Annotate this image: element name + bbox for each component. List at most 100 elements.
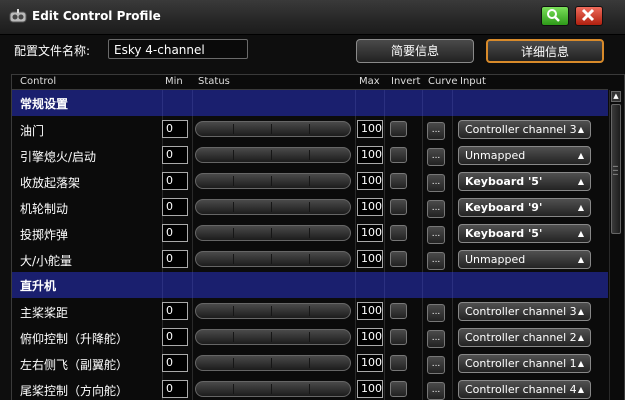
input-mapping-dropdown[interactable]: Unmapped ▲	[458, 146, 591, 165]
input-mapping-dropdown[interactable]: Keyboard '5' ▲	[458, 172, 591, 191]
input-mapping-dropdown[interactable]: Unmapped ▲	[458, 250, 591, 269]
min-input[interactable]: 0	[162, 224, 188, 242]
vertical-scrollbar[interactable]: ▲ ─ ─ ─	[609, 90, 622, 400]
title-bar[interactable]: Edit Control Profile	[0, 0, 625, 35]
input-mapping-dropdown[interactable]: Keyboard '9' ▲	[458, 198, 591, 217]
invert-checkbox[interactable]	[390, 225, 407, 241]
max-input[interactable]: 100	[357, 172, 383, 190]
invert-checkbox[interactable]	[390, 199, 407, 215]
status-tick	[271, 150, 272, 160]
profile-name-input[interactable]: Esky 4-channel	[108, 39, 248, 59]
curve-button[interactable]: ...	[427, 148, 445, 166]
invert-checkbox[interactable]	[390, 329, 407, 345]
status-tick	[309, 150, 310, 160]
column-divider	[192, 194, 193, 220]
column-divider	[384, 116, 385, 142]
curve-button[interactable]: ...	[427, 174, 445, 192]
column-divider	[384, 272, 385, 298]
control-label: 左右侧飞（副翼舵）	[20, 358, 129, 372]
max-input[interactable]: 100	[357, 250, 383, 268]
min-input[interactable]: 0	[162, 302, 188, 320]
dropdown-arrow-icon: ▲	[577, 385, 584, 394]
column-divider	[162, 90, 163, 116]
dropdown-arrow-icon: ▲	[577, 125, 584, 134]
column-divider	[422, 350, 423, 376]
column-divider	[162, 272, 163, 298]
status-tick	[271, 124, 272, 134]
magnifier-icon	[547, 9, 560, 22]
column-divider	[422, 246, 423, 272]
min-input[interactable]: 0	[162, 328, 188, 346]
column-divider	[355, 324, 356, 350]
status-tick	[233, 124, 234, 134]
curve-button[interactable]: ...	[427, 252, 445, 270]
invert-checkbox[interactable]	[390, 355, 407, 371]
column-divider	[355, 90, 356, 116]
scroll-up-arrow-icon[interactable]: ▲	[611, 91, 621, 102]
control-row: 收放起落架 0 100... Keyboard '5' ▲	[12, 168, 608, 194]
min-input[interactable]: 0	[162, 250, 188, 268]
invert-checkbox[interactable]	[390, 381, 407, 397]
max-input[interactable]: 100	[357, 120, 383, 138]
invert-checkbox[interactable]	[390, 251, 407, 267]
min-input[interactable]: 0	[162, 120, 188, 138]
search-button[interactable]	[541, 6, 569, 26]
input-mapping-dropdown[interactable]: Controller channel 4 ▲	[458, 380, 591, 399]
input-mapping-dropdown[interactable]: Controller channel 1 ▲	[458, 354, 591, 373]
status-bar	[195, 199, 351, 215]
max-input[interactable]: 100	[357, 302, 383, 320]
column-divider	[452, 246, 453, 272]
min-input[interactable]: 0	[162, 354, 188, 372]
tab-detailed-info[interactable]: 详细信息	[486, 39, 604, 63]
column-header-input: Input	[460, 76, 486, 87]
min-input[interactable]: 0	[162, 380, 188, 398]
input-mapping-dropdown[interactable]: Controller channel 3 ▲	[458, 302, 591, 321]
max-input[interactable]: 100	[357, 328, 383, 346]
curve-button[interactable]: ...	[427, 122, 445, 140]
column-divider	[192, 298, 193, 324]
invert-checkbox[interactable]	[390, 173, 407, 189]
column-divider	[384, 350, 385, 376]
min-input[interactable]: 0	[162, 146, 188, 164]
grip-icon: ─ ─ ─	[613, 162, 618, 179]
curve-button[interactable]: ...	[427, 304, 445, 322]
max-input[interactable]: 100	[357, 224, 383, 242]
control-row: 俯仰控制（升降舵） 0 100... Controller channel 2 ▲	[12, 324, 608, 350]
max-input[interactable]: 100	[357, 354, 383, 372]
close-button[interactable]	[575, 6, 603, 26]
min-input[interactable]: 0	[162, 198, 188, 216]
min-input[interactable]: 0	[162, 172, 188, 190]
dropdown-arrow-icon: ▲	[577, 359, 584, 368]
max-input[interactable]: 100	[357, 380, 383, 398]
input-mapping-value: Controller channel 3	[465, 123, 577, 136]
input-mapping-value: Controller channel 2	[465, 331, 577, 344]
column-divider	[192, 272, 193, 298]
status-tick	[271, 254, 272, 264]
scrollbar-thumb[interactable]: ─ ─ ─	[611, 104, 621, 234]
curve-button[interactable]: ...	[427, 330, 445, 348]
invert-checkbox[interactable]	[390, 121, 407, 137]
control-row: 主桨桨距 0 100... Controller channel 3 ▲	[12, 298, 608, 324]
status-tick	[271, 176, 272, 186]
curve-button[interactable]: ...	[427, 382, 445, 400]
input-mapping-dropdown[interactable]: Keyboard '5' ▲	[458, 224, 591, 243]
column-divider	[452, 194, 453, 220]
status-tick	[309, 306, 310, 316]
invert-checkbox[interactable]	[390, 147, 407, 163]
status-bar	[195, 225, 351, 241]
control-table: Control Min Status Max Invert Curve Inpu…	[11, 74, 625, 400]
input-mapping-dropdown[interactable]: Controller channel 3 ▲	[458, 120, 591, 139]
column-header-curve: Curve	[428, 76, 458, 87]
column-divider	[355, 220, 356, 246]
invert-checkbox[interactable]	[390, 303, 407, 319]
column-divider	[384, 142, 385, 168]
input-mapping-dropdown[interactable]: Controller channel 2 ▲	[458, 328, 591, 347]
status-tick	[233, 254, 234, 264]
curve-button[interactable]: ...	[427, 200, 445, 218]
curve-button[interactable]: ...	[427, 226, 445, 244]
max-input[interactable]: 100	[357, 198, 383, 216]
input-mapping-value: Controller channel 1	[465, 357, 577, 370]
max-input[interactable]: 100	[357, 146, 383, 164]
curve-button[interactable]: ...	[427, 356, 445, 374]
tab-simple-info[interactable]: 简要信息	[356, 39, 474, 63]
